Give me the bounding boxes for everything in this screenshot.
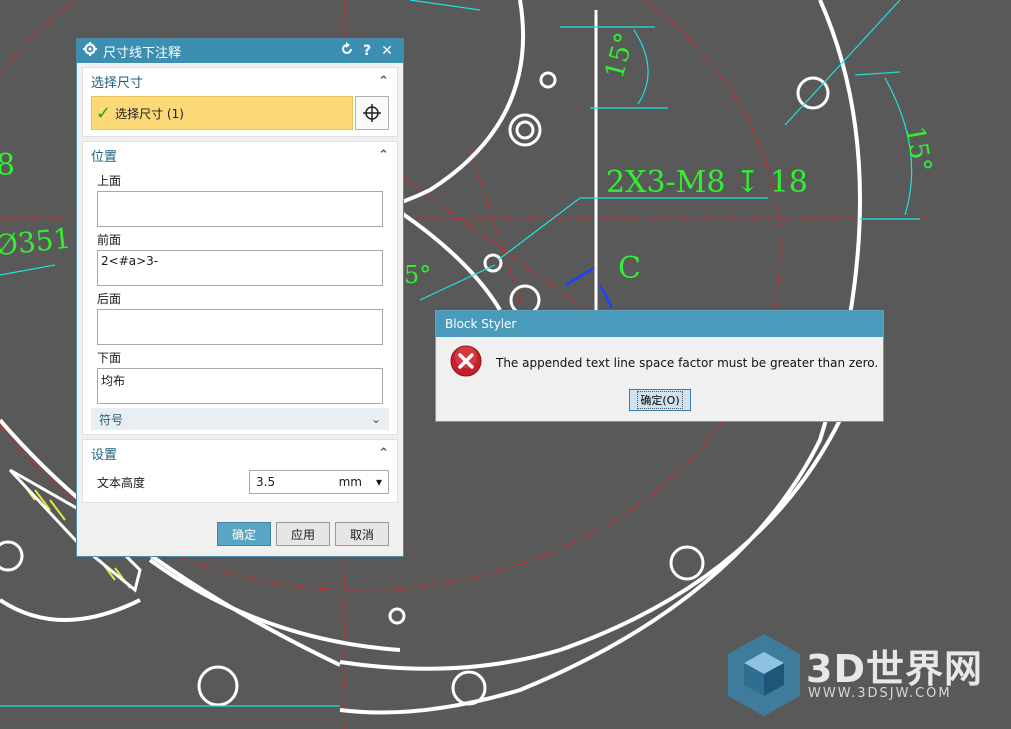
chevron-down-icon[interactable]: ⌄ [371,412,381,426]
watermark: 3D世界网 WWW.3DSJW.COM [726,632,996,718]
select-dimension-header[interactable]: 选择尺寸 ⌃ [83,68,397,94]
settings-group: 设置 ⌃ 文本高度 3.5 mm ▾ [82,439,398,503]
message-box-titlebar[interactable]: Block Styler [436,311,883,337]
selected-dimension-text: 选择尺寸 (1) [115,106,184,121]
before-text-field[interactable]: 2<#a>3- [97,250,383,286]
block-styler-message-box: Block Styler The appended text line spac… [435,310,884,422]
symbol-subgroup-header[interactable]: 符号 ⌄ [91,408,389,430]
chevron-up-icon[interactable]: ⌃ [378,148,389,163]
cancel-button[interactable]: 取消 [335,522,389,546]
position-header[interactable]: 位置 ⌃ [83,142,397,168]
chevron-up-icon[interactable]: ⌃ [378,74,389,89]
settings-title: 设置 [91,447,118,463]
text-height-input[interactable]: 3.5 mm ▾ [249,470,389,494]
error-message-text: The appended text line space factor must… [496,356,879,370]
dialog-title: 尺寸线下注释 [103,45,182,61]
settings-header[interactable]: 设置 ⌃ [83,440,397,466]
after-label: 后面 [97,292,122,306]
text-height-value: 3.5 [256,475,276,489]
symbol-title: 符号 [99,412,124,427]
above-label: 上面 [97,174,122,188]
before-label: 前面 [97,233,122,247]
close-button[interactable]: ✕ [377,43,397,59]
watermark-url: WWW.3DSJW.COM [808,686,952,701]
above-text-field[interactable] [97,191,383,227]
thread-annotation: 2X3-M8 ↧ 18 [606,165,808,200]
select-object-button[interactable] [355,96,389,130]
help-button[interactable]: ? [357,43,377,59]
select-dimension-title: 选择尺寸 [91,75,144,91]
angle-label-5: 5° [404,261,431,289]
error-icon [450,345,482,381]
chevron-up-icon[interactable]: ⌃ [378,446,389,461]
position-title: 位置 [91,149,118,165]
reset-icon[interactable] [337,42,357,60]
angle-label-15b: 15° [899,124,937,175]
apply-button[interactable]: 应用 [276,522,330,546]
dimension-annotation-dialog: 尺寸线下注释 ? ✕ 选择尺寸 ⌃ ✓ 选择尺寸 (1) 位置 ⌃ 上面 前面 [76,38,404,557]
angle-label-15a: 15° [600,30,641,82]
message-ok-button[interactable]: 确定(O) [629,389,691,411]
left-cut-text-2: Ø351 [0,222,73,263]
below-text-field[interactable]: 均布 [97,368,383,404]
below-label: 下面 [97,351,122,365]
check-icon: ✓ [96,102,112,124]
after-text-field[interactable] [97,309,383,345]
watermark-brand: 3D世界网 [806,647,983,691]
position-group: 位置 ⌃ 上面 前面 2<#a>3- 后面 下面 均布 符号 ⌄ [82,141,398,435]
dropdown-arrow-icon[interactable]: ▾ [376,475,382,489]
crosshair-icon [363,104,381,122]
message-ok-label: 确定(O) [637,391,683,409]
ok-button[interactable]: 确定 [217,522,271,546]
dialog-titlebar[interactable]: 尺寸线下注释 ? ✕ [77,39,403,63]
letter-c-label: C [618,251,641,286]
left-cut-text-1: 8 [0,148,15,183]
select-dimension-group: 选择尺寸 ⌃ ✓ 选择尺寸 (1) [82,67,398,137]
selected-dimension-field[interactable]: ✓ 选择尺寸 (1) [91,96,353,130]
text-height-label: 文本高度 [97,475,146,490]
gear-icon [83,42,97,60]
cube-logo-icon [728,634,800,716]
text-height-unit: mm [338,475,362,489]
